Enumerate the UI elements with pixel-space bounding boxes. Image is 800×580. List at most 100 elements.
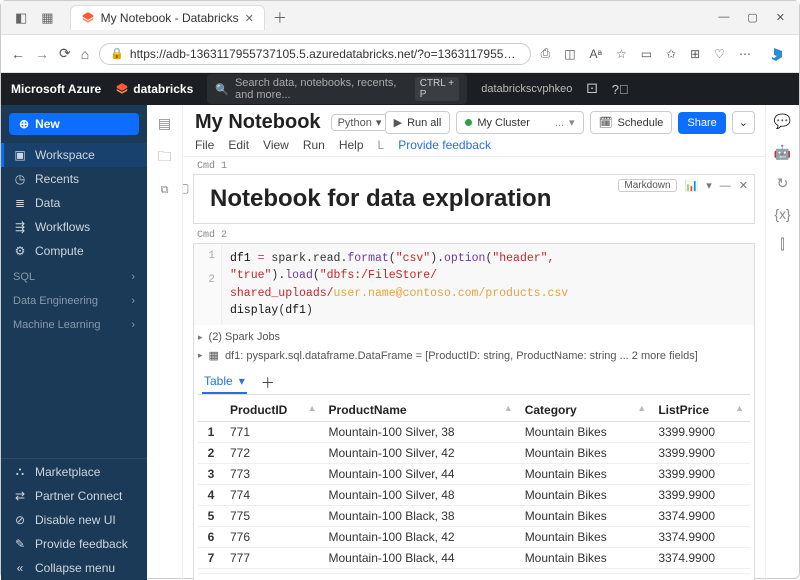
table-row[interactable]: 1771Mountain-100 Silver, 38Mountain Bike… <box>198 422 750 443</box>
tab-table[interactable]: Table▾ <box>202 372 247 394</box>
table-of-contents-icon[interactable]: ▤ <box>158 115 171 132</box>
language-selector[interactable]: Python▾ <box>331 114 389 131</box>
comments-icon[interactable]: 💬 <box>774 113 791 130</box>
menu-help[interactable]: Help <box>339 138 364 152</box>
sidebar-item-partner[interactable]: ⇄Partner Connect <box>1 484 147 508</box>
menu-run[interactable]: Run <box>303 138 325 152</box>
markdown-cell[interactable]: ▢ Markdown 📊 ▾ — ✕ Notebook for data exp… <box>193 174 755 224</box>
table-mini-icon: ▦ <box>209 349 219 362</box>
new-button[interactable]: ⊕ New <box>9 113 139 135</box>
bot-icon[interactable]: 🤖 <box>774 144 791 161</box>
menu-file[interactable]: File <box>195 138 214 152</box>
chevron-down-icon[interactable]: ▾ <box>706 179 712 192</box>
close-cell-icon[interactable]: ✕ <box>739 179 748 192</box>
dataframe-schema-row[interactable]: ▸▦df1: pyspark.sql.dataframe.DataFrame =… <box>198 349 750 362</box>
sidebar-section-de[interactable]: Data Engineering› <box>1 287 147 311</box>
provide-feedback-link[interactable]: Provide feedback <box>398 138 491 152</box>
table-row[interactable]: 4774Mountain-100 Silver, 48Mountain Bike… <box>198 485 750 506</box>
code-editor[interactable]: df1 = spark.read.format("csv").option("h… <box>222 244 754 325</box>
comment-icon: ✎ <box>13 537 27 551</box>
menu-view[interactable]: View <box>263 138 289 152</box>
help-icon[interactable]: ?⃝ <box>612 82 629 97</box>
window-close-icon[interactable]: ✕ <box>776 11 785 24</box>
collections-icon[interactable]: ▭ <box>641 47 652 61</box>
close-tab-icon[interactable]: ✕ <box>245 12 254 25</box>
sidebar-collapse[interactable]: «Collapse menu <box>1 556 147 580</box>
global-search[interactable]: 🔍 Search data, notebooks, recents, and m… <box>207 74 467 104</box>
refresh-icon[interactable]: ⟳ <box>59 45 71 62</box>
sort-icon[interactable]: ▲ <box>637 403 646 413</box>
sidebar-item-workflows[interactable]: ⇶Workflows <box>1 215 147 239</box>
sidebar-section-sql[interactable]: SQL› <box>1 263 147 287</box>
share-button[interactable]: Share <box>678 112 725 134</box>
variables-icon[interactable]: {x} <box>774 206 790 222</box>
table-row[interactable]: 6776Mountain-100 Black, 42Mountain Bikes… <box>198 527 750 548</box>
table-row[interactable]: 2772Mountain-100 Silver, 42Mountain Bike… <box>198 443 750 464</box>
cluster-selector[interactable]: My Cluster...▾ <box>456 111 583 134</box>
folder-icon[interactable]: 🗀 <box>158 146 172 170</box>
sort-icon[interactable]: ▲ <box>735 403 744 413</box>
extensions-icon[interactable]: ⊞ <box>690 47 700 61</box>
sidebar-section-ml[interactable]: Machine Learning› <box>1 311 147 335</box>
gift-icon[interactable]: ⚀ <box>586 81 597 97</box>
sidebar-feedback[interactable]: ✎Provide feedback <box>1 532 147 556</box>
sidebar-item-recents[interactable]: ◷Recents <box>1 167 147 191</box>
minimize-cell-icon[interactable]: — <box>720 180 731 192</box>
table-row[interactable]: 3773Mountain-100 Silver, 44Mountain Bike… <box>198 464 750 485</box>
search-placeholder: Search data, notebooks, recents, and mor… <box>235 77 409 101</box>
workspaces-icon[interactable]: ▦ <box>41 10 53 26</box>
new-tab-button[interactable]: ＋ <box>273 8 287 28</box>
brand-logo[interactable]: databricks <box>115 82 193 96</box>
home-icon[interactable]: ⌂ <box>81 46 89 62</box>
left-sidebar: ⊕ New ▣Workspace ◷Recents ≣Data ⇶Workflo… <box>1 105 147 580</box>
address-bar[interactable]: 🔒 https://adb-1363117955737105.5.azureda… <box>99 43 530 65</box>
code-cell[interactable]: 12 df1 = spark.read.format("csv").option… <box>193 243 755 580</box>
col-category[interactable]: Category▲ <box>519 399 653 422</box>
databricks-favicon <box>81 11 95 25</box>
table-row[interactable]: 5775Mountain-100 Black, 38Mountain Bikes… <box>198 506 750 527</box>
run-all-button[interactable]: ▶Run all <box>385 111 451 134</box>
shortcuts-icon[interactable]: ⫿ <box>780 236 784 253</box>
back-icon[interactable]: ← <box>11 46 25 62</box>
col-listprice[interactable]: ListPrice▲ <box>652 399 750 422</box>
col-productid[interactable]: ProductID▲ <box>224 399 323 422</box>
add-viz-button[interactable]: ＋ <box>261 373 275 393</box>
workspace-name[interactable]: databrickscvphkeo <box>481 83 572 95</box>
sidebar-disable-new-ui[interactable]: ⊘Disable new UI <box>1 508 147 532</box>
sidebar-item-workspace[interactable]: ▣Workspace <box>1 143 147 167</box>
favorites-bar-icon[interactable]: ✩ <box>666 47 676 61</box>
chevron-down-icon: ▾ <box>239 374 245 388</box>
chart-icon[interactable]: 📊 <box>685 179 699 192</box>
bing-icon[interactable] <box>765 42 789 66</box>
col-productname[interactable]: ProductName▲ <box>323 399 519 422</box>
more-actions-button[interactable]: ⌄ <box>732 111 755 134</box>
schedule-button[interactable]: 🗓Schedule <box>590 111 673 134</box>
more-icon[interactable]: ⋯ <box>739 47 751 61</box>
notebook-title[interactable]: My Notebook <box>195 111 321 134</box>
sort-icon[interactable]: ▲ <box>504 403 513 413</box>
history-icon[interactable]: ↻ <box>777 175 789 192</box>
sidebar-item-marketplace[interactable]: ⛬Marketplace <box>1 459 147 484</box>
chevron-right-icon: › <box>131 271 135 283</box>
sort-icon[interactable]: ▲ <box>308 403 317 413</box>
text-size-icon[interactable]: Aᵃ <box>590 47 602 61</box>
search-icon: 🔍 <box>215 83 229 96</box>
table-row[interactable]: 7777Mountain-100 Black, 44Mountain Bikes… <box>198 548 750 569</box>
collapse-icon: « <box>13 561 27 575</box>
spark-jobs-row[interactable]: ▸(2) Spark Jobs <box>198 331 750 343</box>
menu-edit[interactable]: Edit <box>228 138 249 152</box>
enter-immersive-icon[interactable]: ◫ <box>564 47 575 61</box>
sidebar-item-compute[interactable]: ⚙Compute <box>1 239 147 263</box>
window-maximize-icon[interactable]: ▢ <box>747 11 757 24</box>
col-idx[interactable] <box>198 399 224 422</box>
cell-type-chip[interactable]: Markdown <box>618 179 676 192</box>
app-guard-icon[interactable]: ♡ <box>714 47 725 61</box>
window-minimize-icon[interactable]: — <box>718 11 729 24</box>
sidebar-toggle-icon[interactable]: ◧ <box>15 10 27 26</box>
sidebar-item-data[interactable]: ≣Data <box>1 191 147 215</box>
cell-run-indicator-icon[interactable]: ▢ <box>183 181 189 195</box>
read-aloud-icon[interactable]: ⎙ <box>541 46 551 61</box>
browser-tab[interactable]: My Notebook - Databricks ✕ <box>70 5 265 30</box>
favorite-icon[interactable]: ☆ <box>616 47 627 61</box>
schema-icon[interactable]: ⧉ <box>161 184 169 197</box>
